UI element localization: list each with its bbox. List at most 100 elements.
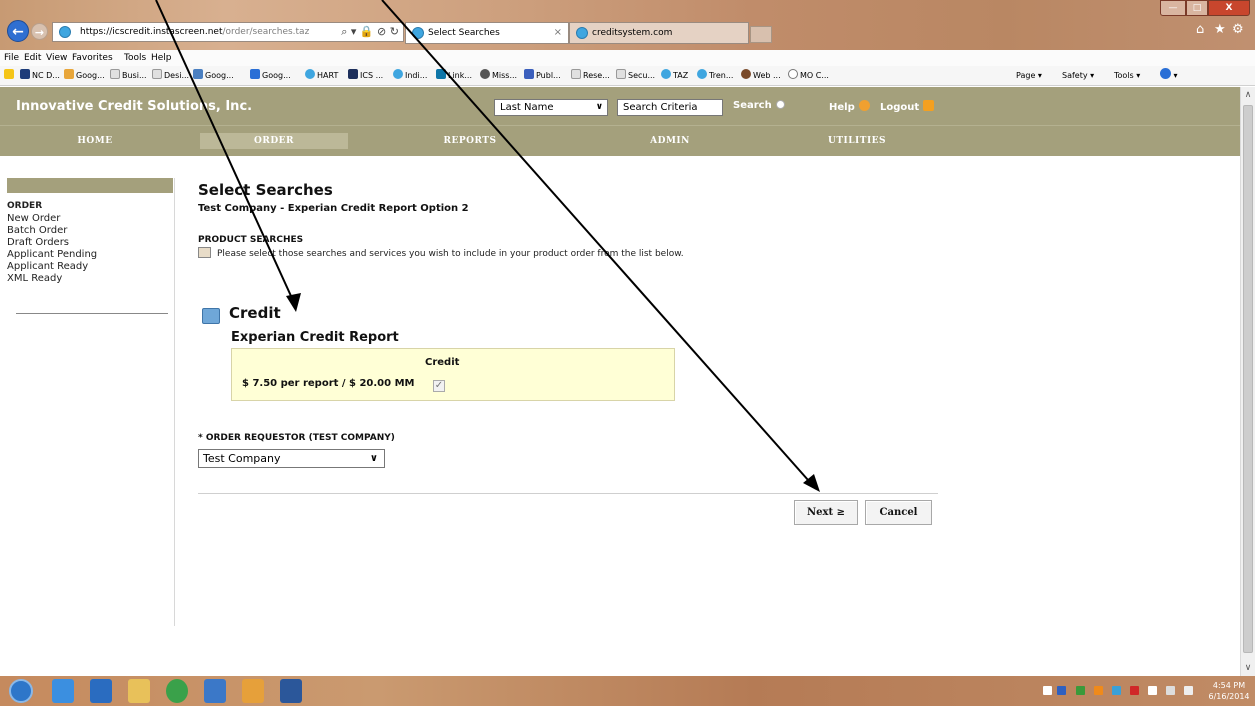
sidebar-divider (16, 313, 168, 314)
favorite-item[interactable]: MO C... (788, 66, 829, 86)
screen: { "window": { "address_host": "https://i… (0, 0, 1255, 706)
nav-home[interactable]: HOME (55, 133, 135, 149)
tab-creditsystem[interactable]: creditsystem.com (569, 22, 749, 44)
address-tools-icon[interactable]: ⌕ ▾ 🔒 ⊘ ↻ (341, 23, 399, 41)
menu-tools[interactable]: Tools (124, 50, 146, 66)
menu-edit[interactable]: Edit (24, 50, 41, 66)
network-icon[interactable] (1166, 686, 1175, 695)
maximize-button[interactable]: □ (1186, 0, 1208, 16)
clock[interactable]: 4:54 PM 6/16/2014 (1205, 680, 1253, 702)
flag-icon[interactable] (1148, 686, 1157, 695)
cancel-button[interactable]: Cancel (865, 500, 932, 525)
sidebar-item-batch-order[interactable]: Batch Order (7, 225, 173, 237)
tray-icon[interactable] (1094, 686, 1103, 695)
home-icon[interactable]: ⌂ (1196, 22, 1204, 37)
menu-favorites[interactable]: Favorites (72, 50, 113, 66)
gear-icon[interactable]: ⚙ (1232, 22, 1244, 37)
sidebar-item-applicant-ready[interactable]: Applicant Ready (7, 261, 173, 273)
tab-select-searches[interactable]: Select Searches × (405, 22, 569, 44)
mail-icon[interactable] (242, 679, 264, 703)
site-icon (59, 26, 71, 38)
requestor-value: Test Company (203, 452, 281, 465)
folder-icon[interactable] (128, 679, 150, 703)
favorite-item[interactable]: Web ... (741, 66, 781, 86)
forward-button[interactable]: → (31, 23, 48, 40)
tray-icon[interactable] (1076, 686, 1085, 695)
help-icon[interactable]: ▾ (1160, 66, 1178, 86)
page-menu[interactable]: Page ▾ (1016, 66, 1042, 86)
tools-menu[interactable]: Tools ▾ (1114, 66, 1140, 86)
favorites-star-icon[interactable]: ★ (1214, 22, 1226, 37)
requestor-label: * ORDER REQUESTOR (TEST COMPANY) (198, 433, 395, 443)
new-tab-button[interactable] (750, 26, 772, 43)
menu-file[interactable]: File (4, 50, 19, 66)
close-button[interactable]: X (1208, 0, 1250, 16)
outlook-icon[interactable] (90, 679, 112, 703)
favorite-item[interactable]: HART (305, 66, 338, 86)
web-viewport: Innovative Credit Solutions, Inc. Last N… (0, 87, 1240, 676)
media-player-icon[interactable] (166, 679, 188, 703)
scroll-down-icon[interactable]: ∨ (1241, 660, 1255, 676)
vertical-scrollbar[interactable]: ∧ ∨ (1240, 87, 1255, 676)
favorite-item[interactable]: Indi... (393, 66, 427, 86)
page-subtitle: Test Company - Experian Credit Report Op… (198, 203, 469, 214)
favorite-item[interactable]: Publ... (524, 66, 561, 86)
favorite-item[interactable]: Secu... (616, 66, 655, 86)
favorites-star-icon[interactable] (4, 66, 16, 86)
address-bar[interactable]: https://icscredit.instascreen.net/order/… (52, 22, 404, 42)
price-text: $ 7.50 per report / $ 20.00 MM (242, 378, 415, 389)
favorite-item[interactable]: Miss... (480, 66, 517, 86)
favorite-item[interactable]: Goog... (64, 66, 105, 86)
favorite-item[interactable]: Goog... (250, 66, 291, 86)
main-content: Select Searches Test Company - Experian … (198, 87, 998, 676)
favorite-item[interactable]: Goog... (193, 66, 234, 86)
favorite-item[interactable]: TAZ (661, 66, 688, 86)
content-divider (174, 178, 175, 626)
credit-icon (202, 308, 220, 324)
menu-bar: File Edit View Favorites Tools Help (0, 50, 1255, 66)
tray-icon[interactable] (1130, 686, 1139, 695)
back-button[interactable]: ← (7, 20, 29, 42)
volume-icon[interactable] (1184, 686, 1193, 695)
ie-icon[interactable] (52, 679, 74, 703)
task-app-icon[interactable] (204, 679, 226, 703)
favorite-item[interactable]: Rese... (571, 66, 610, 86)
sidebar-item-applicant-pending[interactable]: Applicant Pending (7, 249, 173, 261)
favorite-item[interactable]: Link... (436, 66, 472, 86)
minimize-button[interactable]: — (1160, 0, 1186, 16)
favorite-item[interactable]: Tren... (697, 66, 733, 86)
safety-menu[interactable]: Safety ▾ (1062, 66, 1094, 86)
favorite-item[interactable]: Desi... (152, 66, 189, 86)
column-label: Credit (425, 357, 460, 368)
clock-time: 4:54 PM (1212, 681, 1246, 690)
section-description: Please select those searches and service… (198, 247, 684, 259)
tab-label: Select Searches (428, 28, 500, 38)
tab-favicon-icon (576, 27, 588, 39)
url-path: /order/searches.taz (222, 27, 310, 37)
sidebar-title: ORDER (7, 201, 43, 211)
menu-view[interactable]: View (46, 50, 67, 66)
close-tab-icon[interactable]: × (554, 23, 562, 43)
next-button[interactable]: Next ≥ (794, 500, 858, 525)
sidebar-item-new-order[interactable]: New Order (7, 213, 173, 225)
favorite-item[interactable]: Busi... (110, 66, 147, 86)
favorites-bar: NC D... Goog... Busi... Desi... Goog... … (0, 66, 1255, 86)
requestor-select[interactable]: Test Company ∨ (198, 449, 385, 468)
word-icon[interactable] (280, 679, 302, 703)
tab-label: creditsystem.com (592, 28, 673, 38)
tray-arrow-icon[interactable] (1043, 686, 1052, 695)
section-heading: PRODUCT SEARCHES (198, 235, 304, 245)
tray-icon[interactable] (1112, 686, 1121, 695)
start-button[interactable] (9, 679, 33, 703)
favorite-item[interactable]: ICS ... (348, 66, 383, 86)
credit-checkbox[interactable]: ✓ (433, 380, 445, 392)
menu-help[interactable]: Help (151, 50, 172, 66)
sidebar-item-draft-orders[interactable]: Draft Orders (7, 237, 173, 249)
chevron-down-icon: ∨ (369, 453, 378, 464)
product-name: Experian Credit Report (231, 330, 399, 345)
tray-icon[interactable] (1057, 686, 1066, 695)
favorite-item[interactable]: NC D... (20, 66, 60, 86)
scrollbar-thumb[interactable] (1243, 105, 1253, 653)
scroll-up-icon[interactable]: ∧ (1241, 87, 1255, 103)
sidebar-item-xml-ready[interactable]: XML Ready (7, 273, 173, 285)
